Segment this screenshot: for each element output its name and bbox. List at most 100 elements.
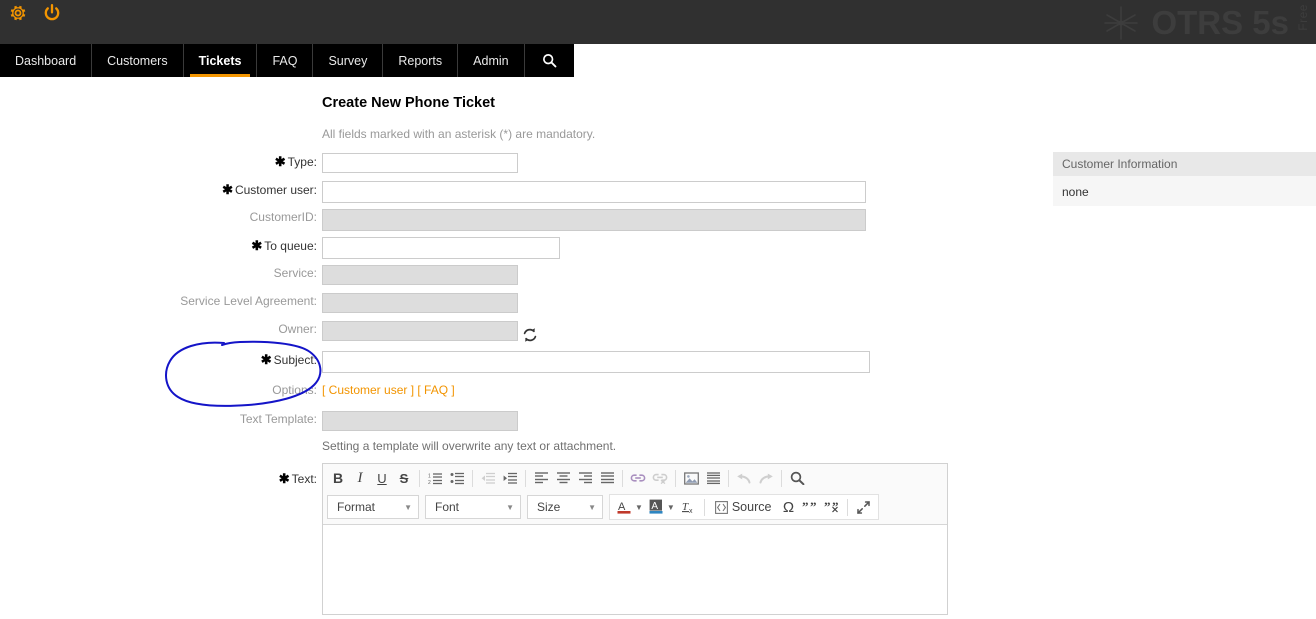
numbered-list-icon[interactable]: 1 2 (424, 468, 446, 489)
svg-text:1: 1 (428, 473, 431, 479)
header-icon-group (8, 3, 62, 23)
align-left-icon[interactable] (530, 468, 552, 489)
text-template-hint: Setting a template will overwrite any te… (322, 439, 617, 453)
label-owner: Owner: (278, 322, 317, 336)
nav-item-customers[interactable]: Customers (92, 44, 184, 77)
label-subject: ✱ Subject: (260, 352, 317, 367)
align-right-icon[interactable] (574, 468, 596, 489)
power-icon[interactable] (42, 3, 62, 23)
toolbar-separator (419, 469, 420, 487)
chevron-down-icon: ▼ (635, 502, 643, 512)
nav-item-search[interactable] (525, 44, 574, 77)
service-level-agreement-input[interactable] (322, 293, 518, 313)
gear-icon[interactable] (8, 3, 28, 23)
svg-text:2: 2 (428, 480, 431, 485)
customer-id-input[interactable] (322, 209, 866, 231)
nav-label: Survey (328, 53, 368, 68)
insert-quote-icon[interactable]: ” ” (799, 497, 821, 518)
source-label: Source (731, 500, 772, 514)
main-navigation: Dashboard Customers Tickets FAQ Survey R… (0, 44, 574, 77)
toolbar-separator (781, 469, 782, 487)
find-icon[interactable] (786, 468, 808, 489)
customer-user-input[interactable] (322, 181, 866, 203)
sidebar-widget-title: Customer Information (1053, 152, 1316, 176)
label-service-level-agreement: Service Level Agreement: (180, 294, 317, 308)
owner-input[interactable] (322, 321, 518, 341)
required-asterisk: ✱ (274, 154, 286, 169)
align-center-icon[interactable] (552, 468, 574, 489)
special-character-icon[interactable]: Ω (777, 497, 799, 518)
background-color-icon[interactable]: A ▼ (646, 497, 678, 518)
increase-indent-icon[interactable] (499, 468, 521, 489)
editor-content-area[interactable] (323, 524, 947, 614)
svg-text:x: x (689, 508, 693, 515)
toolbar-separator (675, 469, 676, 487)
bold-icon[interactable]: B (327, 468, 349, 489)
format-select[interactable]: Format ▼ (327, 495, 419, 519)
mandatory-note: All fields marked with an asterisk (*) a… (322, 127, 596, 141)
decrease-indent-icon[interactable] (477, 468, 499, 489)
editor-toolbar-row-1: B I U S 1 2 (323, 464, 947, 492)
nav-label: Dashboard (15, 53, 77, 68)
chevron-down-icon: ▼ (588, 502, 596, 512)
nav-item-faq[interactable]: FAQ (257, 44, 314, 77)
italic-icon[interactable]: I (349, 468, 371, 489)
toolbar-separator (728, 469, 729, 487)
label-customer-id: CustomerID: (249, 210, 317, 224)
nav-label: Reports (398, 53, 443, 68)
label-service: Service: (273, 266, 317, 280)
type-input[interactable] (322, 153, 518, 173)
label-text-template: Text Template: (239, 412, 317, 426)
brand-name: OTRS 5s (1151, 4, 1289, 41)
svg-text:”: ” (802, 500, 809, 514)
nav-label: Customers (107, 53, 168, 68)
required-asterisk: ✱ (222, 182, 233, 197)
rich-text-editor: B I U S 1 2 Format ▼ Font ▼ Size ▼ A ▼ A… (322, 463, 948, 615)
toolbar-separator (622, 469, 623, 487)
align-justify-icon[interactable] (596, 468, 618, 489)
subject-input[interactable] (322, 351, 870, 373)
label-options: Options: (272, 383, 317, 397)
text-color-icon[interactable]: A ▼ (614, 497, 646, 518)
label-type: ✱ Type: (274, 154, 317, 169)
nav-item-admin[interactable]: Admin (458, 44, 525, 77)
bulleted-list-icon[interactable] (446, 468, 468, 489)
text-template-input[interactable] (322, 411, 518, 431)
service-input[interactable] (322, 265, 518, 285)
image-icon[interactable] (680, 468, 702, 489)
source-button[interactable]: Source (709, 497, 778, 518)
nav-label: FAQ (272, 53, 298, 68)
sidebar-widget-content: none (1053, 176, 1316, 206)
option-link-customer-user[interactable]: [ Customer user ] (322, 383, 414, 397)
maximize-icon[interactable] (852, 497, 874, 518)
link-icon[interactable] (627, 468, 649, 489)
brand-logo: OTRS 5s Free (1099, 2, 1310, 44)
remove-format-icon[interactable]: T x (678, 497, 700, 518)
undo-icon[interactable] (733, 468, 755, 489)
required-asterisk: ✱ (251, 238, 263, 253)
remove-quote-icon[interactable]: ” ” (821, 497, 843, 518)
nav-label: Tickets (198, 53, 242, 68)
nav-label: Admin (473, 53, 509, 68)
nav-item-survey[interactable]: Survey (313, 44, 384, 77)
refresh-icon[interactable] (522, 327, 538, 343)
toolbar-separator (525, 469, 526, 487)
option-link-faq[interactable]: [ FAQ ] (417, 383, 454, 397)
label-to-queue: ✱ To queue: (251, 238, 317, 253)
chevron-down-icon: ▼ (666, 502, 675, 512)
nav-item-dashboard[interactable]: Dashboard (0, 44, 93, 77)
redo-icon[interactable] (755, 468, 777, 489)
unlink-icon[interactable] (649, 468, 671, 489)
strikethrough-icon[interactable]: S (393, 468, 415, 489)
horizontal-rule-icon[interactable] (702, 468, 724, 489)
to-queue-input[interactable] (322, 237, 560, 259)
editor-tools-group: A ▼ A ▼ T x Source Ω ” ” ” ” (609, 494, 880, 520)
asterisk-star-icon (1099, 2, 1143, 44)
size-select[interactable]: Size ▼ (527, 495, 603, 519)
nav-item-reports[interactable]: Reports (383, 44, 459, 77)
underline-icon[interactable]: U (371, 468, 393, 489)
editor-toolbar-row-2: Format ▼ Font ▼ Size ▼ A ▼ A ▼ T x Sourc… (323, 492, 947, 524)
svg-text:”: ” (824, 500, 831, 514)
nav-item-tickets[interactable]: Tickets (184, 44, 258, 77)
font-select[interactable]: Font ▼ (425, 495, 521, 519)
